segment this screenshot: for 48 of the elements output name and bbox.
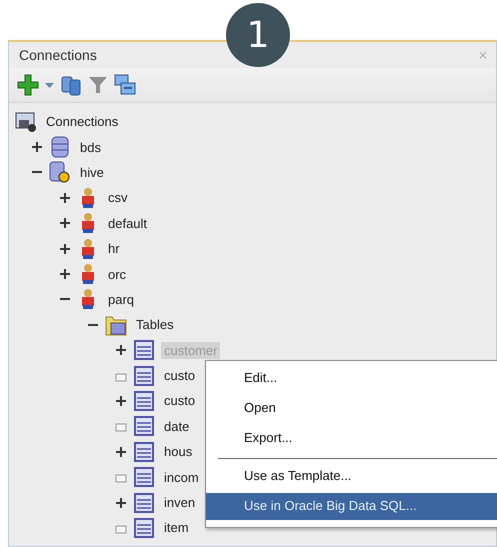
menu-item[interactable]: Open (206, 395, 497, 422)
tree-item[interactable]: custo (161, 367, 198, 384)
tree-item[interactable]: bds (77, 138, 104, 156)
menu-item[interactable]: Use as Template... (206, 463, 497, 490)
tree-item[interactable]: hr (105, 240, 123, 258)
menu-item[interactable]: Use in Oracle Big Data SQL... (206, 493, 497, 520)
expand-toggle-icon[interactable] (115, 344, 127, 356)
table-icon (132, 492, 156, 514)
tree-item[interactable]: incom (161, 468, 202, 486)
folder-icon (104, 314, 128, 336)
expand-toggle-icon[interactable] (115, 496, 127, 509)
tree-item[interactable]: date (161, 418, 192, 435)
table-icon (132, 440, 156, 463)
table-icon (132, 339, 156, 362)
tree-item[interactable]: orc (105, 266, 130, 283)
tree-item[interactable]: inven (161, 494, 198, 512)
table-icon (132, 364, 156, 387)
root-icon (14, 110, 38, 133)
tree-item[interactable]: Connections (43, 113, 122, 130)
tree-item[interactable]: parq (105, 290, 138, 308)
table-icon (132, 466, 156, 488)
expand-toggle-icon[interactable] (59, 242, 71, 255)
database-icon[interactable] (60, 74, 82, 96)
expand-toggle-icon[interactable] (59, 192, 71, 204)
tree-item[interactable]: default (105, 214, 150, 232)
tree-item[interactable]: csv (105, 189, 130, 206)
panel-title: Connections (19, 47, 97, 63)
menu-item[interactable]: Export... (206, 425, 497, 452)
expand-toggle-icon[interactable] (115, 446, 127, 458)
tree-item[interactable]: hive (77, 164, 107, 181)
collapse-icon[interactable] (114, 74, 136, 96)
tree-item[interactable]: item (161, 519, 192, 536)
add-icon[interactable] (17, 74, 39, 96)
tree-item[interactable]: Tables (133, 316, 177, 334)
expand-toggle-icon[interactable] (59, 217, 71, 230)
table-icon (132, 390, 156, 412)
hive-icon (48, 161, 72, 184)
expand-toggle-icon[interactable] (31, 141, 43, 154)
step-badge: 1 (226, 3, 290, 67)
caret-icon[interactable] (45, 82, 54, 88)
expand-toggle-icon[interactable] (115, 394, 127, 407)
table-icon (132, 415, 156, 438)
menu-item[interactable]: Edit... (206, 365, 497, 392)
expand-toggle-icon[interactable] (59, 268, 71, 280)
filter-icon[interactable] (88, 75, 108, 95)
table-icon (132, 516, 156, 539)
tree-item[interactable]: custo (161, 392, 198, 410)
tree-item[interactable]: hous (161, 443, 196, 460)
